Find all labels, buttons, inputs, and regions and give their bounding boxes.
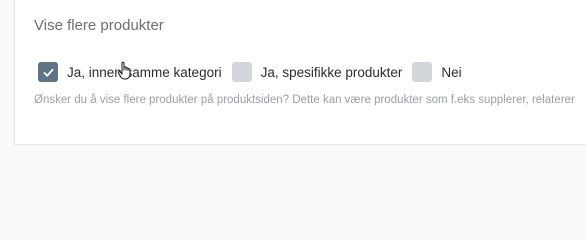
option-specific-products[interactable]: Ja, spesifikke produkter (231, 62, 409, 82)
option-label: Nei (441, 64, 462, 80)
help-text: Ønsker du å vise flere produkter på prod… (34, 94, 575, 106)
hand-cursor-icon (117, 61, 131, 80)
option-no[interactable]: Nei (412, 62, 467, 82)
section-title: Vise flere produkter (34, 17, 164, 34)
checkmark-icon (43, 68, 53, 77)
option-group: Ja, innen samme kategori Ja, spesifikke … (38, 62, 472, 82)
option-label: Ja, spesifikke produkter (260, 64, 403, 80)
settings-card: Vise flere produkter Ja, innen samme kat… (14, 0, 586, 145)
option-label: Ja, innen samme kategori (67, 64, 222, 80)
checkbox-unchecked[interactable] (231, 62, 252, 82)
checkbox-checked[interactable] (38, 62, 58, 82)
checkbox-unchecked[interactable] (412, 62, 433, 82)
